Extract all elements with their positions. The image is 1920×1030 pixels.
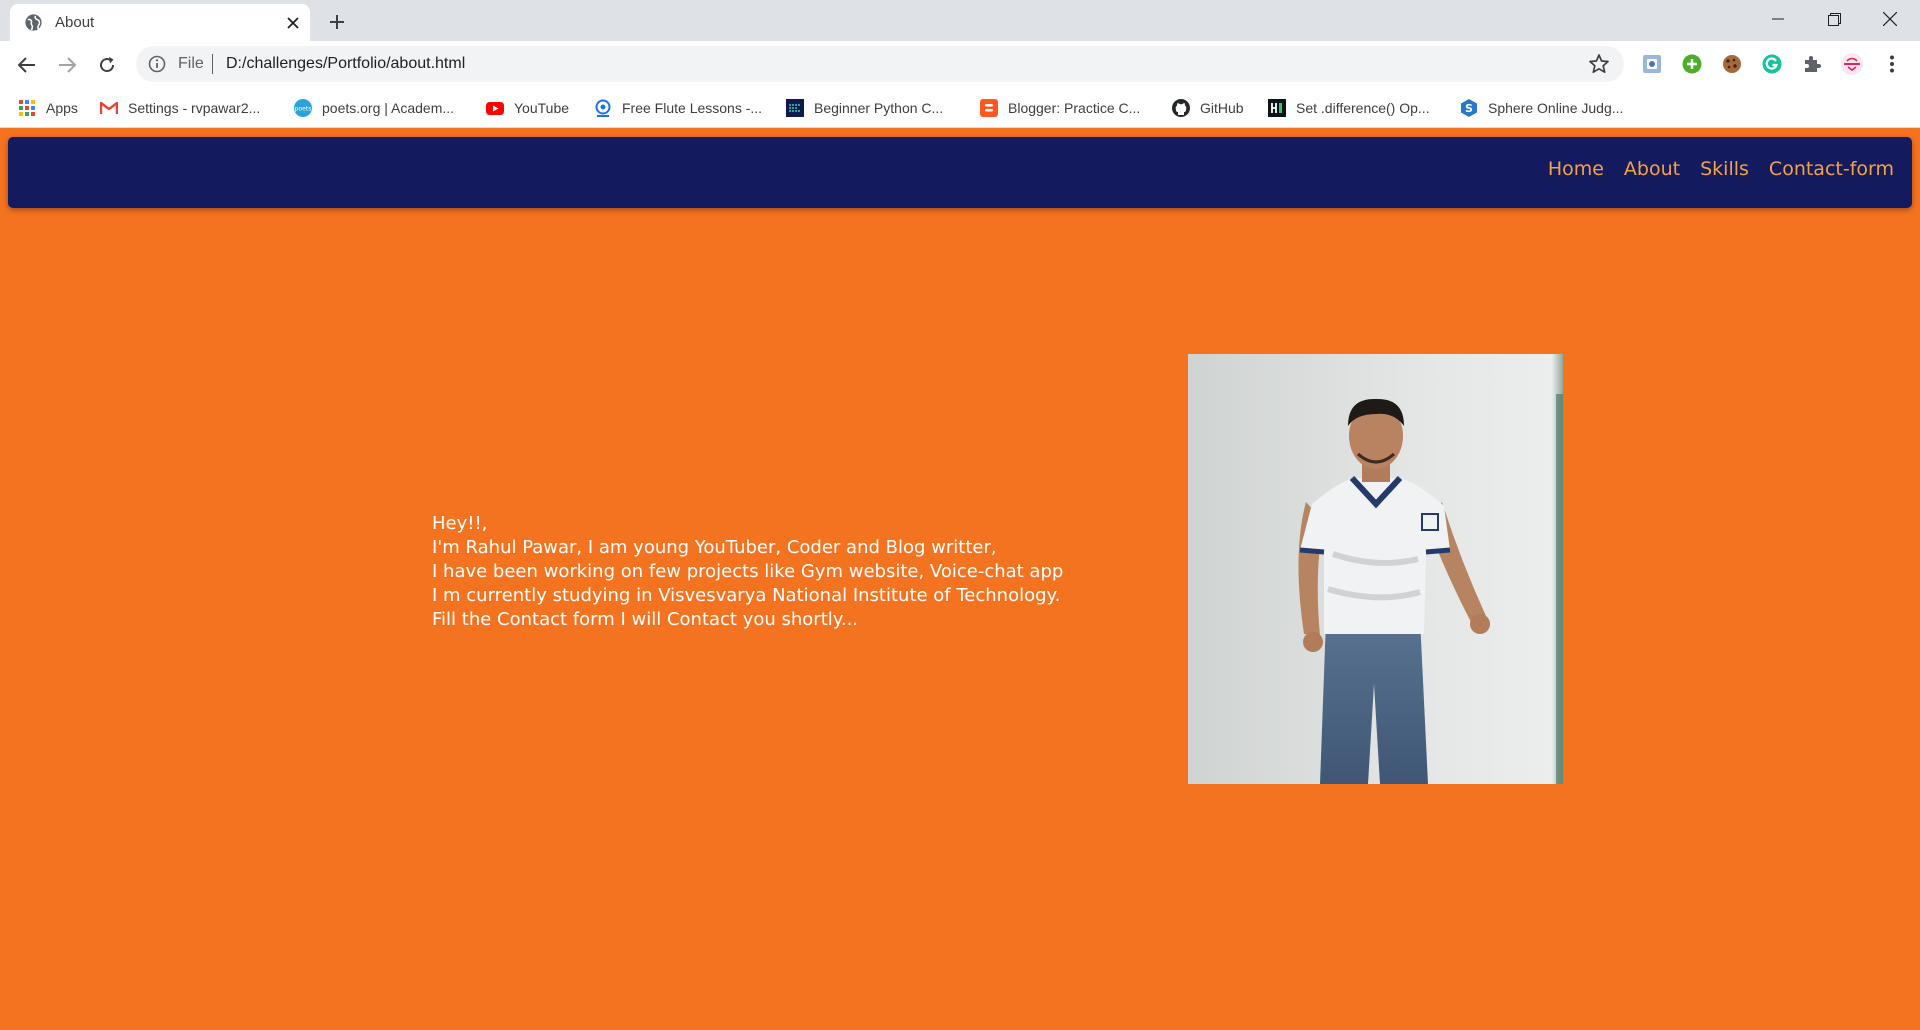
nav-link-skills[interactable]: Skills — [1700, 158, 1749, 180]
url-separator — [212, 54, 213, 74]
new-tab-icon[interactable] — [324, 9, 350, 35]
screenshot-extension-icon[interactable] — [1640, 52, 1664, 76]
about-intro: Hey!!, I'm Rahul Pawar, I am young YouTu… — [432, 512, 1132, 632]
bookmark-star-icon[interactable] — [1588, 53, 1610, 75]
bookmark-label: Set .difference() Op... — [1296, 100, 1430, 116]
flute-lessons-icon — [594, 99, 612, 117]
extensions-puzzle-icon[interactable] — [1800, 52, 1824, 76]
profile-avatar-icon[interactable] — [1840, 52, 1864, 76]
spoj-icon: S — [1460, 99, 1478, 117]
url-scheme: File — [178, 55, 204, 72]
nav-link-home[interactable]: Home — [1548, 158, 1604, 180]
bookmark-label: Apps — [46, 100, 78, 116]
browser-toolbar: File D:/challenges/Portfolio/about.html — [0, 41, 1920, 88]
reload-icon[interactable] — [92, 50, 122, 80]
profile-photo-illustration — [1188, 354, 1563, 784]
forward-icon[interactable] — [52, 50, 82, 80]
poets-org-icon: poets — [294, 99, 312, 117]
bookmark-label: GitHub — [1200, 100, 1244, 116]
bookmark-youtube[interactable]: YouTube — [486, 96, 569, 120]
bookmark-blogger[interactable]: Blogger: Practice C... — [980, 96, 1140, 120]
profile-photo — [1188, 354, 1563, 784]
apps-grid-icon — [18, 99, 36, 117]
bookmark-poets-org[interactable]: poets poets.org | Academ... — [294, 96, 454, 120]
nav-links: Home About Skills Contact-form — [1548, 158, 1894, 180]
nav-link-about[interactable]: About — [1624, 158, 1680, 180]
back-icon[interactable] — [12, 50, 42, 80]
add-extension-icon[interactable] — [1680, 52, 1704, 76]
bookmark-spoj[interactable]: S Sphere Online Judg... — [1460, 96, 1623, 120]
bookmark-label: Beginner Python C... — [814, 100, 944, 116]
bookmark-github[interactable]: GitHub — [1172, 96, 1244, 120]
bookmark-set-difference[interactable]: Set .difference() Op... — [1268, 96, 1430, 120]
bookmark-label: Sphere Online Judg... — [1488, 100, 1624, 116]
close-window-icon[interactable] — [1862, 0, 1918, 38]
github-icon — [1172, 99, 1190, 117]
bookmark-flute-lessons[interactable]: Free Flute Lessons -... — [594, 96, 762, 120]
menu-kebab-icon[interactable] — [1880, 52, 1904, 76]
hackerrank-icon — [1268, 99, 1286, 117]
url-text[interactable]: D:/challenges/Portfolio/about.html — [226, 55, 465, 73]
bookmark-apps[interactable]: Apps — [18, 96, 78, 120]
intro-greeting: Hey!!, — [432, 513, 488, 534]
intro-line: I'm Rahul Pawar, I am young YouTuber, Co… — [432, 537, 997, 558]
cookie-extension-icon[interactable] — [1720, 52, 1744, 76]
site-navbar: Home About Skills Contact-form — [8, 137, 1912, 208]
svg-text:poets: poets — [295, 106, 312, 113]
python-course-icon — [786, 99, 804, 117]
browser-tab[interactable]: About — [10, 4, 310, 41]
bookmark-label: Free Flute Lessons -... — [622, 100, 763, 116]
grammarly-icon[interactable] — [1760, 52, 1784, 76]
bookmark-python-course[interactable]: Beginner Python C... — [786, 96, 943, 120]
nav-link-contact-form[interactable]: Contact-form — [1769, 158, 1894, 180]
globe-icon — [25, 14, 42, 31]
browser-tabstrip: About — [0, 0, 1920, 41]
intro-line: Fill the Contact form I will Contact you… — [432, 609, 859, 630]
gmail-icon — [100, 99, 118, 117]
bookmark-label: YouTube — [514, 100, 570, 116]
svg-text:S: S — [1465, 102, 1473, 115]
bookmark-label: poets.org | Academ... — [322, 100, 455, 116]
intro-line: I m currently studying in Visvesvarya Na… — [432, 585, 1061, 606]
minimize-icon[interactable] — [1750, 0, 1806, 38]
info-icon[interactable] — [148, 55, 166, 73]
bookmark-gmail-settings[interactable]: Settings - rvpawar2... — [100, 96, 260, 120]
bookmarks-bar: Apps Settings - rvpawar2... poets poets.… — [0, 88, 1920, 128]
tab-title: About — [55, 14, 95, 31]
intro-line: I have been working on few projects like… — [432, 561, 1064, 582]
restore-icon[interactable] — [1806, 0, 1862, 38]
bookmark-label: Settings - rvpawar2... — [128, 100, 261, 116]
blogger-icon — [980, 99, 998, 117]
bookmark-label: Blogger: Practice C... — [1008, 100, 1141, 116]
youtube-icon — [486, 99, 504, 117]
about-page: Home About Skills Contact-form Hey!!, I'… — [0, 129, 1920, 1030]
address-bar[interactable]: File D:/challenges/Portfolio/about.html — [136, 46, 1624, 82]
close-tab-icon[interactable] — [282, 12, 304, 34]
